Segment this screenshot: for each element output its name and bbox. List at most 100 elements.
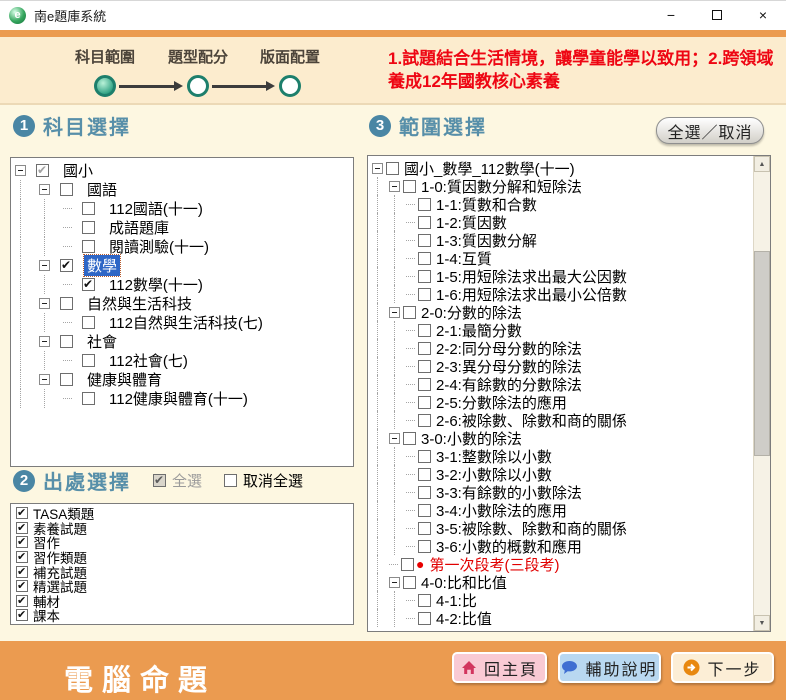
tree-row[interactable]: 健康與體育 [15, 370, 353, 389]
node-checkbox[interactable] [82, 240, 95, 253]
collapse-toggle-icon[interactable] [372, 163, 383, 174]
tree-row[interactable]: 1-6:用短除法求出最小公倍數 [372, 285, 752, 303]
tree-row[interactable]: 1-5:用短除法求出最大公因數 [372, 267, 752, 285]
deselect-all-control[interactable]: 取消全選 [224, 470, 303, 491]
node-checkbox[interactable] [418, 252, 431, 265]
tree-row[interactable]: 1-2:質因數 [372, 213, 752, 231]
tree-node-label[interactable]: 112自然與生活科技(七) [106, 312, 266, 333]
tree-row[interactable]: 4-0:比和比值 [372, 573, 752, 591]
item-checkbox[interactable] [16, 595, 28, 607]
scroll-down-button[interactable]: ▼ [754, 615, 770, 631]
node-checkbox[interactable] [403, 180, 416, 193]
node-checkbox[interactable] [418, 234, 431, 247]
tree-row[interactable]: 2-2:同分母分數的除法 [372, 339, 752, 357]
collapse-toggle-icon[interactable] [389, 577, 400, 588]
deselect-all-checkbox[interactable] [224, 474, 237, 487]
node-checkbox[interactable] [82, 202, 95, 215]
node-checkbox[interactable] [418, 504, 431, 517]
tree-row[interactable]: 3-4:小數除法的應用 [372, 501, 752, 519]
tree-node-label[interactable]: 4-2:比值 [433, 608, 495, 629]
minimize-button[interactable]: − [648, 0, 694, 30]
list-item[interactable]: 素養試題 [14, 521, 353, 536]
node-checkbox[interactable] [60, 297, 73, 310]
tree-row[interactable]: 2-1:最簡分數 [372, 321, 752, 339]
item-checkbox[interactable] [16, 580, 28, 592]
node-checkbox[interactable] [418, 378, 431, 391]
item-checkbox[interactable] [16, 566, 28, 578]
node-checkbox[interactable] [60, 335, 73, 348]
tree-node-label[interactable]: 112社會(七) [106, 350, 191, 371]
node-checkbox[interactable] [60, 183, 73, 196]
maximize-button[interactable] [694, 0, 740, 30]
scroll-up-button[interactable]: ▲ [754, 156, 770, 172]
node-checkbox[interactable] [418, 342, 431, 355]
help-button[interactable]: 輔助說明 [558, 652, 661, 683]
item-checkbox[interactable] [16, 551, 28, 563]
node-checkbox[interactable] [386, 162, 399, 175]
tree-row[interactable]: 3-1:整數除以小數 [372, 447, 752, 465]
node-checkbox[interactable] [418, 324, 431, 337]
node-checkbox[interactable] [418, 360, 431, 373]
node-checkbox[interactable] [418, 270, 431, 283]
collapse-toggle-icon[interactable] [389, 181, 400, 192]
collapse-toggle-icon[interactable] [39, 298, 50, 309]
node-checkbox[interactable] [418, 486, 431, 499]
tree-node-label[interactable]: 自然與生活科技 [84, 293, 195, 314]
node-checkbox[interactable] [418, 468, 431, 481]
close-button[interactable]: × [740, 0, 786, 30]
tree-node-label[interactable]: 數學 [84, 255, 120, 276]
tree-node-label[interactable]: 國語 [84, 179, 120, 200]
collapse-toggle-icon[interactable] [39, 336, 50, 347]
item-checkbox[interactable] [16, 609, 28, 621]
node-checkbox[interactable] [418, 522, 431, 535]
tree-node-label[interactable]: 112數學(十一) [106, 274, 206, 295]
node-checkbox[interactable] [401, 558, 414, 571]
tree-node-label[interactable]: 閱讀測驗(十一) [106, 236, 212, 257]
node-checkbox[interactable] [82, 354, 95, 367]
tree-row[interactable]: 112數學(十一) [15, 275, 353, 294]
tree-row[interactable]: 3-5:被除數、除數和商的關係 [372, 519, 752, 537]
node-checkbox[interactable] [418, 288, 431, 301]
tree-row[interactable]: 數學 [15, 256, 353, 275]
tree-row[interactable]: 1-1:質數和合數 [372, 195, 752, 213]
tree-node-label[interactable]: 社會 [84, 331, 120, 352]
select-all-control[interactable]: 全選 [153, 470, 202, 491]
tree-row[interactable]: 2-5:分數除法的應用 [372, 393, 752, 411]
node-checkbox[interactable] [418, 540, 431, 553]
tree-row[interactable]: 1-3:質因數分解 [372, 231, 752, 249]
tree-row[interactable]: 1-0:質因數分解和短除法 [372, 177, 752, 195]
select-toggle-button[interactable]: 全選／取消 [656, 117, 764, 144]
tree-row[interactable]: 3-2:小數除以小數 [372, 465, 752, 483]
tree-row[interactable]: 112國語(十一) [15, 199, 353, 218]
scrollbar[interactable]: ▲ ▼ [753, 156, 770, 631]
list-item[interactable]: 課本 [14, 608, 353, 623]
wizard-step-circle-3[interactable] [279, 75, 301, 97]
select-all-checkbox[interactable] [153, 474, 166, 487]
tree-row[interactable]: 112自然與生活科技(七) [15, 313, 353, 332]
tree-row[interactable]: 成語題庫 [15, 218, 353, 237]
collapse-toggle-icon[interactable] [389, 433, 400, 444]
tree-row[interactable]: 112健康與體育(十一) [15, 389, 353, 408]
collapse-toggle-icon[interactable] [39, 184, 50, 195]
wizard-step-circle-active[interactable] [94, 75, 116, 97]
tree-row[interactable]: 1-4:互質 [372, 249, 752, 267]
node-checkbox[interactable] [36, 164, 49, 177]
item-checkbox[interactable] [16, 507, 28, 519]
tree-row[interactable]: 國小 [15, 161, 353, 180]
tree-node-label[interactable]: 健康與體育 [84, 369, 165, 390]
tree-row[interactable]: 2-3:異分母分數的除法 [372, 357, 752, 375]
node-checkbox[interactable] [403, 306, 416, 319]
node-checkbox[interactable] [403, 576, 416, 589]
tree-row[interactable]: 自然與生活科技 [15, 294, 353, 313]
wizard-step-circle-2[interactable] [187, 75, 209, 97]
node-checkbox[interactable] [82, 278, 95, 291]
tree-row[interactable]: 3-6:小數的概數和應用 [372, 537, 752, 555]
tree-row[interactable]: 2-4:有餘數的分數除法 [372, 375, 752, 393]
node-checkbox[interactable] [403, 432, 416, 445]
collapse-toggle-icon[interactable] [39, 374, 50, 385]
tree-row[interactable]: ●第一次段考(三段考) [372, 555, 752, 573]
tree-row[interactable]: 國語 [15, 180, 353, 199]
node-checkbox[interactable] [82, 392, 95, 405]
collapse-toggle-icon[interactable] [389, 307, 400, 318]
node-checkbox[interactable] [418, 612, 431, 625]
